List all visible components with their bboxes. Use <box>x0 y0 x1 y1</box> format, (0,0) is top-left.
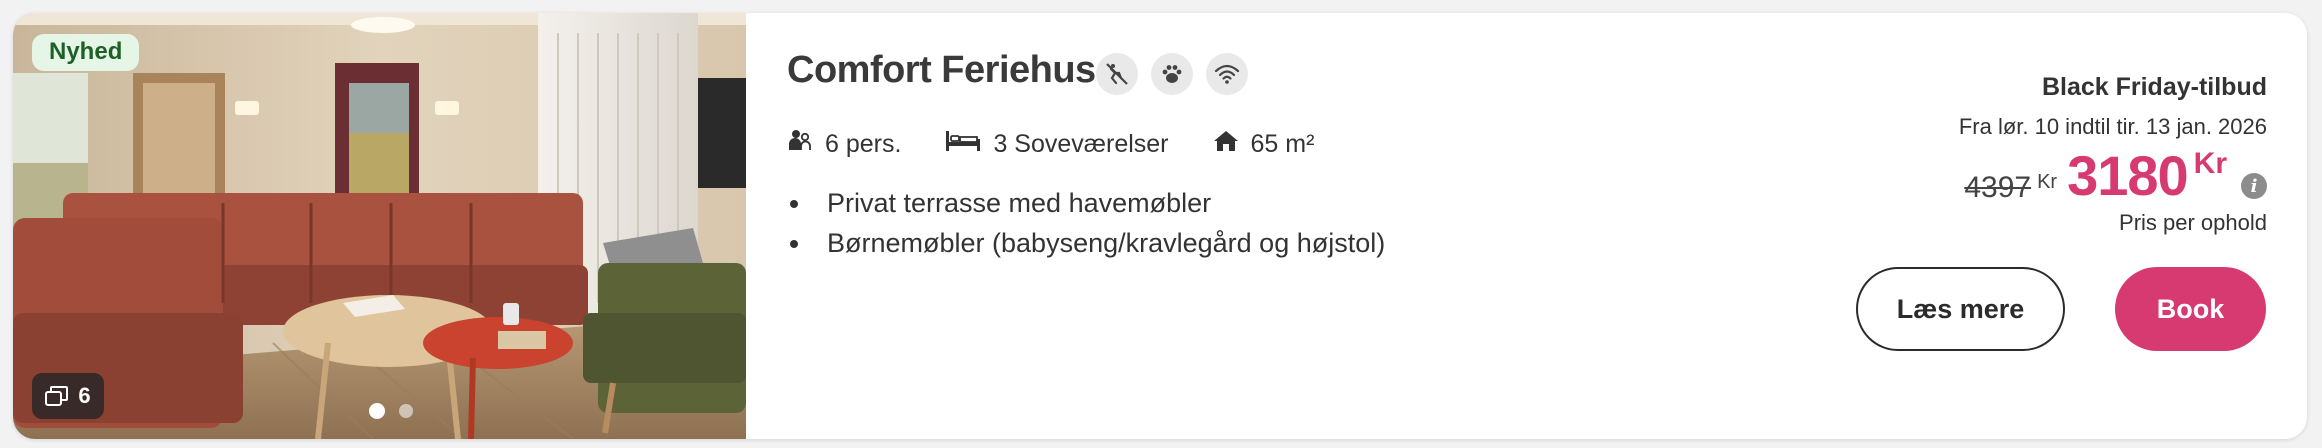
area-fact: 65 m² <box>1213 129 1315 160</box>
new-price-currency: Kr <box>2193 147 2227 180</box>
bed-icon <box>945 129 981 160</box>
house-icon <box>1213 129 1239 160</box>
listing-facts: 6 pers. 3 Soveværelser 65 m² <box>787 128 1314 161</box>
carousel-dot-active[interactable] <box>369 403 385 419</box>
persons-icon <box>787 128 813 161</box>
read-more-button[interactable]: Læs mere <box>1856 267 2065 351</box>
listing-card: Nyhed 6 Comfort Feriehus 6 pers. 3 Sovev… <box>13 13 2307 439</box>
amenity-icons <box>1096 53 1248 95</box>
persons-fact: 6 pers. <box>787 128 901 161</box>
feature-item: Børnemøbler (babyseng/kravlegård og højs… <box>787 223 1385 263</box>
old-price: 4397 <box>1964 171 2032 204</box>
gallery-icon <box>45 386 69 406</box>
price-note: Pris per ophold <box>2119 210 2267 235</box>
persons-text: 6 pers. <box>825 130 902 158</box>
area-text: 65 m² <box>1250 130 1315 158</box>
feature-list: Privat terrasse med havemøbler Børnemøbl… <box>787 183 1385 263</box>
carousel-dot[interactable] <box>399 404 413 418</box>
old-price-currency: Kr <box>2037 171 2058 193</box>
photo-count-chip[interactable]: 6 <box>32 373 104 419</box>
deal-label: Black Friday-tilbud <box>2041 73 2267 101</box>
no-smoking-icon <box>1096 53 1138 95</box>
new-badge: Nyhed <box>32 34 140 71</box>
bedrooms-text: 3 Soveværelser <box>993 130 1169 158</box>
pets-allowed-icon <box>1151 53 1193 95</box>
new-price: 3180 <box>2067 144 2189 207</box>
price-row: 4397 Kr 3180 Kr i <box>1964 143 2267 208</box>
listing-photo[interactable]: Nyhed 6 <box>13 13 746 439</box>
bedrooms-fact: 3 Soveværelser <box>945 129 1169 160</box>
feature-item: Privat terrasse med havemøbler <box>787 183 1385 223</box>
living-room-photo <box>13 13 746 439</box>
listing-title[interactable]: Comfort Feriehus <box>787 49 1096 92</box>
carousel-dots <box>369 403 413 419</box>
photo-count: 6 <box>78 383 91 408</box>
stay-period: Fra lør. 10 indtil tir. 13 jan. 2026 <box>1958 114 2267 139</box>
info-icon[interactable]: i <box>2241 173 2267 199</box>
book-button[interactable]: Book <box>2115 267 2266 351</box>
wifi-icon <box>1206 53 1248 95</box>
